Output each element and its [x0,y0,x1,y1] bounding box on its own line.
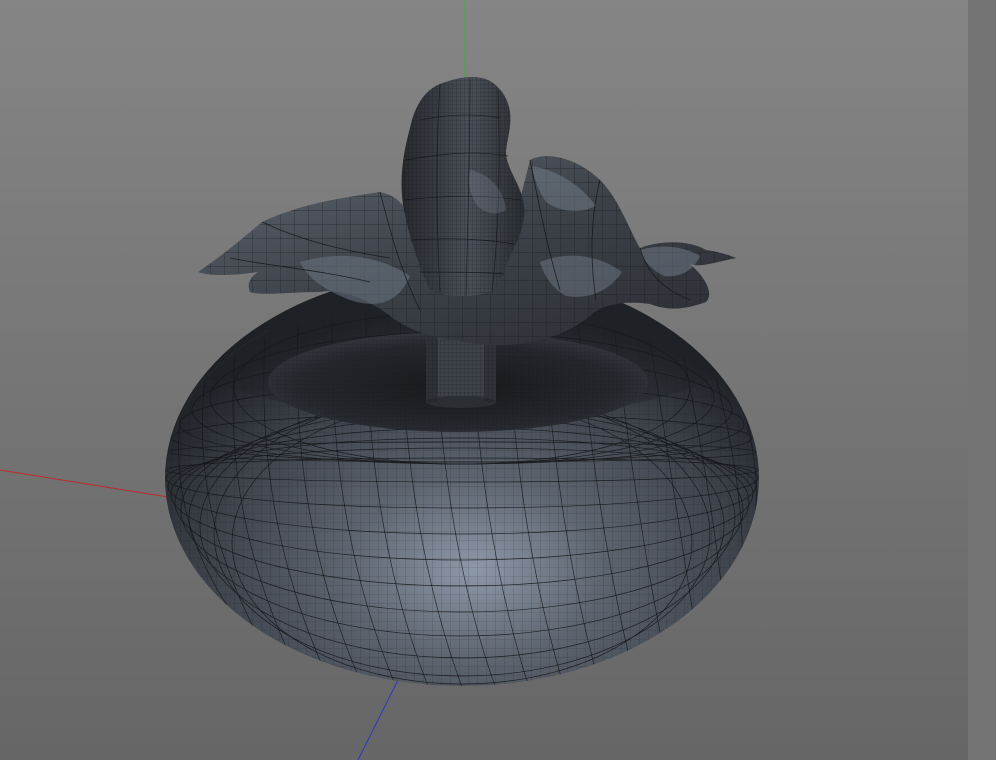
bud-mesh[interactable] [401,77,525,297]
viewport-canvas[interactable] [0,0,968,760]
3d-viewport[interactable] [0,0,968,760]
side-panel-edge [968,0,996,760]
application-window [0,0,996,760]
